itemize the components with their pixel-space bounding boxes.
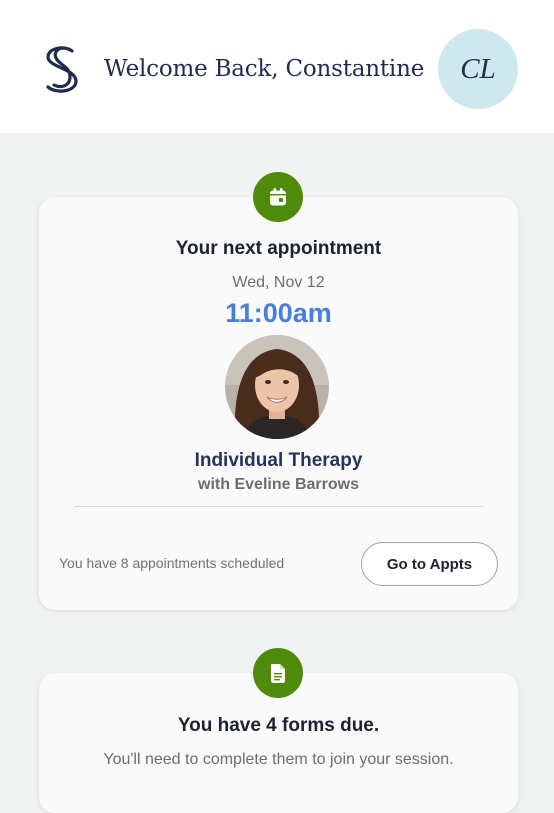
therapist-name: with Eveline Barrows (198, 476, 359, 493)
appointments-count-text: You have 8 appointments scheduled (59, 555, 285, 571)
appointment-service: Individual Therapy (194, 450, 363, 471)
appointment-time: 11:00am (225, 298, 332, 328)
card-divider (74, 506, 484, 507)
dashboard-content: Your next appointment Wed, Nov 12 11:00a… (0, 133, 554, 813)
document-icon (271, 664, 285, 683)
forms-due-subtitle: You'll need to complete them to join you… (103, 751, 454, 768)
appointment-card-title: Your next appointment (175, 238, 382, 259)
s-logo-icon[interactable] (42, 45, 82, 95)
app-header: Welcome Back, Constantine CL (0, 0, 554, 133)
appointment-date: Wed, Nov 12 (232, 274, 325, 291)
calendar-badge (253, 172, 303, 222)
next-appointment-card: Your next appointment Wed, Nov 12 11:00a… (39, 197, 518, 610)
user-avatar[interactable]: CL (438, 29, 518, 109)
calendar-icon (270, 188, 286, 206)
forms-due-title: You have 4 forms due. (177, 715, 380, 736)
go-to-appts-button[interactable]: Go to Appts (361, 542, 498, 586)
welcome-message: Welcome Back, Constantine (104, 56, 425, 82)
therapist-photo (225, 335, 329, 439)
document-badge (253, 648, 303, 698)
